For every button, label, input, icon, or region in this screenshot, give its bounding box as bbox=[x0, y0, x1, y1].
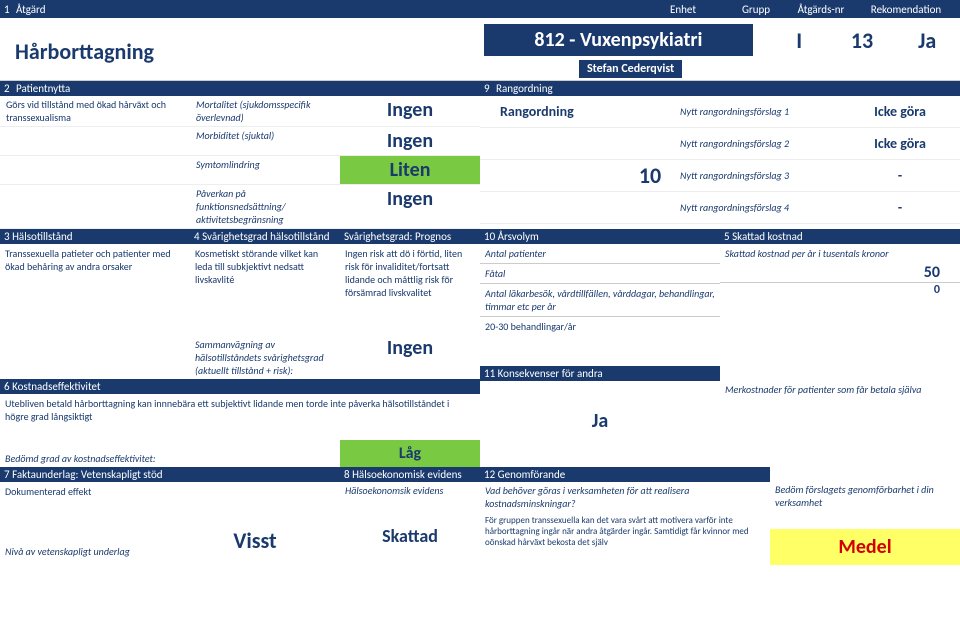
samman-val: Ingen bbox=[340, 336, 480, 379]
prognos-body: Ingen risk att dö i förtid, liten risk f… bbox=[340, 244, 480, 302]
hdr-grupp: Grupp bbox=[726, 3, 786, 16]
rangordning-title: Rangordning bbox=[480, 103, 620, 120]
pn-row0-val: Ingen bbox=[340, 96, 480, 126]
kostnad-lag: Låg bbox=[340, 440, 480, 467]
kostnad-50: 50 bbox=[720, 263, 960, 283]
pn-row3-label: Påverkan på funktionsnedsättning/ aktivi… bbox=[190, 185, 340, 228]
patientnytta-desc: Görs vid tillstånd med ökad hårväxt och … bbox=[0, 96, 190, 126]
atgardsnr-value: 13 bbox=[836, 27, 889, 54]
halsotillstand-body: Transsexuella patieter och patienter med… bbox=[0, 244, 190, 276]
hdr-enhet: Enhet bbox=[576, 3, 726, 16]
arsvolym-fatal: Fåtal bbox=[480, 264, 720, 284]
visst-val: Visst bbox=[170, 521, 340, 560]
skattad-val: Skattad bbox=[340, 517, 480, 555]
head-svarighet: 4 Svårighetsgrad hälsotillstånd bbox=[190, 229, 340, 244]
head-patientnytta: 2 Patientnytta bbox=[0, 81, 480, 96]
hdr-num: 1 bbox=[4, 3, 16, 16]
pn-row2-val: Liten bbox=[340, 156, 480, 184]
section-3-row: 3 Hälsotillstånd Transsexuella patieter … bbox=[0, 229, 960, 336]
genomforande-body: För gruppen transsexuella kan det vara s… bbox=[480, 512, 770, 551]
medel-val: Medel bbox=[770, 529, 960, 565]
head-konsekvenser: 11 Konsekvenser för andra bbox=[480, 366, 720, 381]
head-arsvolym: 10 Årsvolym bbox=[480, 229, 720, 244]
row-patientnytta-rangordning: 2 Patientnytta Görs vid tillstånd med ök… bbox=[0, 81, 960, 229]
top-section: Hårborttagning 812 - Vuxenpsykiatri I 13… bbox=[0, 18, 960, 81]
rekomendation-value: Ja bbox=[898, 27, 956, 54]
hdr-rek: Rekomendation bbox=[856, 3, 956, 16]
rang-val-3: - bbox=[850, 167, 950, 184]
arsvolym-behandlingar: 20-30 behandlingar/år bbox=[480, 317, 720, 336]
pn-row2-label: Symtomlindring bbox=[190, 156, 340, 184]
rang-val-4: - bbox=[850, 199, 950, 216]
svarighet-body: Kosmetiskt störande vilket kan leda till… bbox=[190, 244, 340, 289]
head-halsotillstand: 3 Hälsotillstånd bbox=[0, 229, 190, 244]
hdr-action: Åtgärd bbox=[16, 3, 576, 16]
head-halsoekonomisk: 8 Hälsoekonomisk evidens bbox=[340, 467, 480, 482]
pn-row1-val: Ingen bbox=[340, 127, 480, 155]
head-prognos: Svårighetsgrad: Prognos bbox=[340, 229, 480, 244]
pn-row1-label: Morbiditet (sjuktal) bbox=[190, 127, 340, 155]
konsekvenser-ja: Ja bbox=[480, 409, 720, 433]
rang-val-2: Icke göra bbox=[850, 135, 950, 152]
rang-val-1: Icke göra bbox=[850, 103, 950, 120]
hdr-nr: Åtgärds-nr bbox=[786, 3, 856, 16]
section-7-8-12: 7 Faktaunderlag: Vetenskapligt stöd Doku… bbox=[0, 467, 960, 565]
head-faktaunderlag: 7 Faktaunderlag: Vetenskapligt stöd bbox=[0, 467, 340, 482]
kostnad-body: Utebliven betald hårborttagning kan innn… bbox=[0, 394, 480, 426]
page-title: Hårborttagning bbox=[15, 38, 470, 65]
enhet-badge: 812 - Vuxenpsykiatri bbox=[484, 24, 753, 56]
section-6-11: Sammanvägning av hälsotillståndets svåri… bbox=[0, 336, 960, 467]
grupp-value: I bbox=[773, 27, 826, 54]
pn-row0-label: Mortalitet (sjukdomsspecifik överlevnad) bbox=[190, 96, 340, 126]
head-genomforande: 12 Genomförande bbox=[480, 467, 770, 482]
kostnad-0: 0 bbox=[720, 283, 960, 297]
rang-score: 10 bbox=[620, 162, 680, 189]
head-skattad-kostnad: 5 Skattad kostnad bbox=[720, 229, 960, 244]
head-kostnadseffektivitet: 6 Kostnadseffektivitet bbox=[0, 379, 480, 394]
merkostnader: Merkostnader för patienter som får betal… bbox=[720, 380, 960, 399]
column-header-row: 1 Åtgärd Enhet Grupp Åtgärds-nr Rekomend… bbox=[0, 0, 960, 18]
head-rangordning: 9 Rangordning bbox=[480, 81, 960, 96]
author-badge: Stefan Cederqvist bbox=[579, 60, 682, 78]
pn-row3-val: Ingen bbox=[340, 185, 480, 228]
